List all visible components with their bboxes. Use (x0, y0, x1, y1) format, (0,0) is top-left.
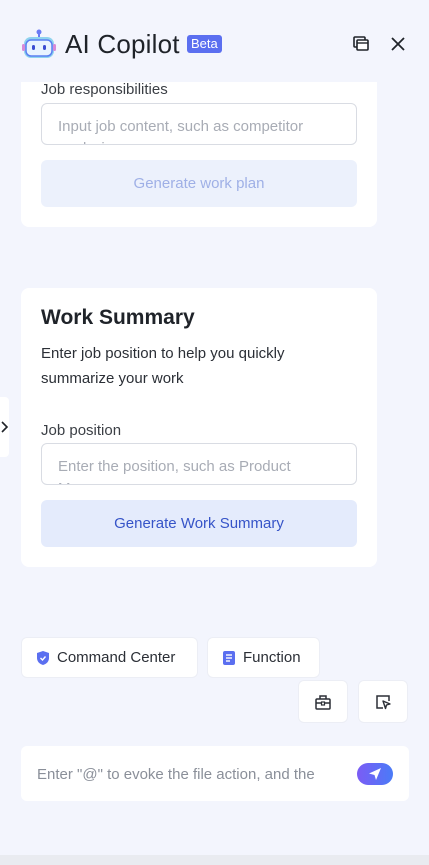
work-plan-card: Job responsibilities Input job content, … (21, 82, 377, 227)
header: AI Copilot Beta (0, 0, 429, 84)
app-title: AI Copilot (65, 29, 180, 59)
job-position-input[interactable]: Enter the position, such as Product Mana… (41, 443, 357, 485)
work-summary-description: Enter job position to help you quickly s… (41, 345, 285, 387)
generate-work-plan-button[interactable]: Generate work plan (41, 160, 357, 207)
chevron-right-icon (1, 421, 9, 433)
scroll-content[interactable]: Job responsibilities Input job content, … (0, 82, 429, 682)
toolbox-button[interactable] (298, 680, 348, 723)
expand-sidebar-handle[interactable] (0, 397, 9, 457)
toolbox-icon (315, 694, 331, 710)
copy-window-icon (353, 36, 369, 51)
beta-badge: Beta (187, 35, 222, 53)
function-button[interactable]: Function (207, 637, 320, 678)
message-input[interactable] (37, 762, 342, 786)
function-label: Function (243, 649, 301, 666)
work-summary-title: Work Summary (41, 306, 195, 329)
robot-logo-icon (22, 29, 56, 58)
command-center-label: Command Center (57, 649, 176, 666)
command-center-button[interactable]: Command Center (21, 637, 198, 678)
close-icon (391, 37, 405, 51)
close-button[interactable] (388, 34, 408, 54)
generate-work-summary-button[interactable]: Generate Work Summary (41, 500, 357, 547)
job-responsibilities-label: Job responsibilities (41, 82, 168, 98)
send-button[interactable] (357, 763, 393, 785)
job-responsibilities-input[interactable]: Input job content, such as competitor an… (41, 103, 357, 145)
document-icon (223, 650, 235, 665)
select-element-button[interactable] (358, 680, 408, 723)
bottom-divider (0, 855, 429, 865)
job-position-label: Job position (41, 422, 122, 439)
message-composer (21, 746, 409, 801)
new-window-button[interactable] (351, 34, 371, 54)
send-icon (369, 768, 381, 780)
work-summary-card: Work Summary Enter job position to help … (21, 288, 377, 567)
shield-icon (37, 650, 49, 665)
cursor-select-icon (376, 694, 391, 709)
